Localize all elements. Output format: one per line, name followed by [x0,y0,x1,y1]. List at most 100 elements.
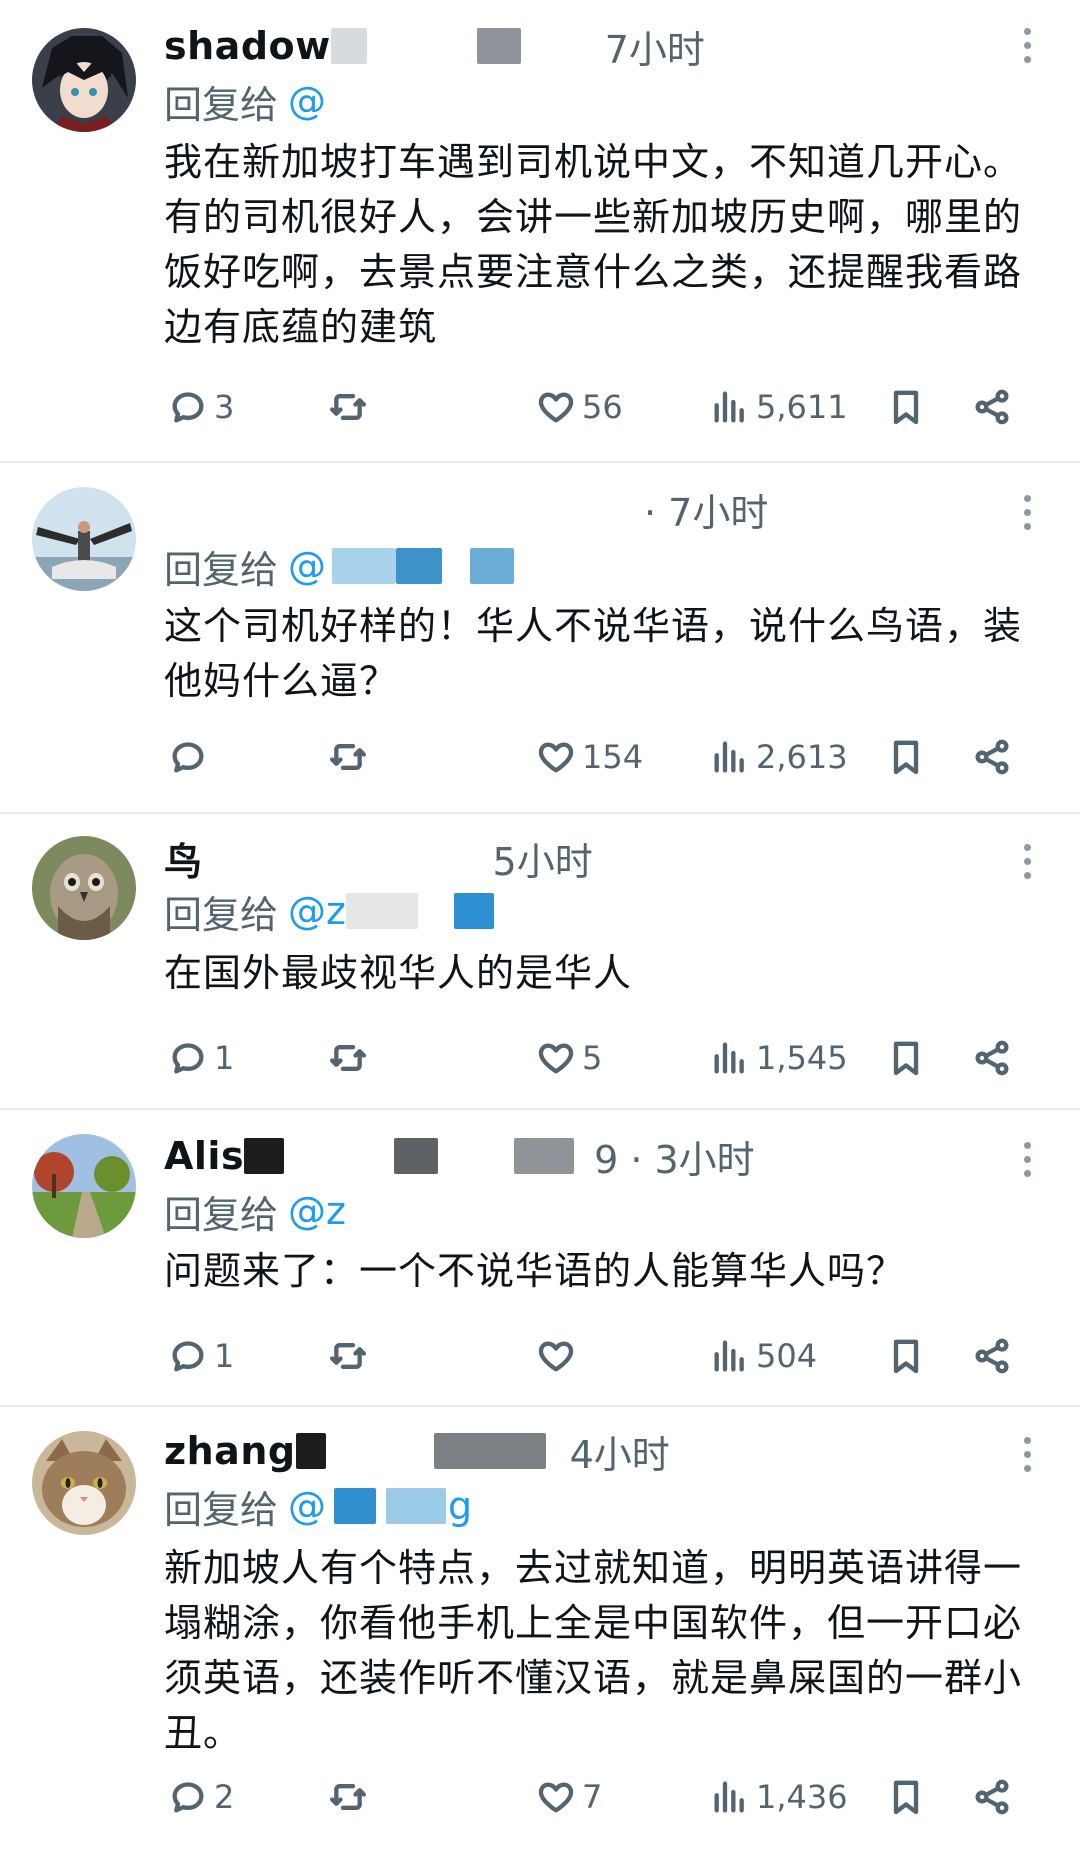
like-button[interactable] [536,1328,582,1384]
tweet-text: 在国外最歧视华人的是华人 [164,951,633,995]
reply-button[interactable]: 1 [168,1030,234,1086]
redacted-handle [470,548,515,584]
views-icon [714,1781,744,1813]
tweet-3[interactable]: 鸟 5小时 回复给 @z 在国外最歧视华人的是华人 1 5 1,545 [0,814,1080,1110]
like-button[interactable]: 5 [536,1030,602,1086]
view-count: 1,436 [756,1778,848,1816]
views-button[interactable]: 1,436 [710,1769,848,1825]
like-count: 56 [582,388,623,426]
reply-icon [172,1043,204,1074]
retweet-icon [330,394,366,420]
action-bar: 2 7 1,436 [164,1769,1034,1825]
reply-handle-tail[interactable]: g [448,1484,472,1528]
tweet-2[interactable]: · 7小时 回复给 @ 这个司机好样的！华人不说华语，说什么鸟语，装他妈什么逼？… [0,463,1080,813]
reply-handle[interactable]: @ [288,1484,326,1528]
timestamp[interactable]: 4小时 [570,1424,670,1479]
reply-count: 3 [214,388,235,426]
more-icon[interactable] [1024,1142,1034,1177]
reply-button[interactable] [168,729,214,785]
reply-button[interactable]: 1 [168,1328,234,1384]
timestamp[interactable]: · 7小时 [644,482,768,537]
redacted-handle [334,1488,377,1524]
redacted-handle [386,1488,447,1524]
redacted-handle [295,1433,326,1469]
reply-handle[interactable]: @z [288,889,346,933]
bookmark-icon [893,1780,919,1815]
views-button[interactable]: 504 [710,1328,817,1384]
redacted-handle [476,28,521,64]
views-icon [714,741,744,773]
avatar[interactable] [32,836,136,940]
bookmark-button[interactable] [886,1030,926,1086]
timestamp[interactable]: 7小时 [605,19,705,74]
bookmark-button[interactable] [886,1328,926,1384]
share-button[interactable] [972,379,1012,435]
share-button[interactable] [972,1030,1012,1086]
reply-prefix: 回复给 [164,892,279,937]
bookmark-button[interactable] [886,379,926,435]
avatar[interactable] [32,28,136,132]
like-button[interactable]: 56 [536,379,623,435]
reply-button[interactable]: 3 [168,379,234,435]
retweet-button[interactable] [328,1030,374,1086]
share-button[interactable] [972,1769,1012,1825]
more-icon[interactable] [1024,28,1034,63]
timestamp[interactable]: 5小时 [493,831,593,886]
like-button[interactable]: 154 [536,729,643,785]
reply-button[interactable]: 2 [168,1769,234,1825]
retweet-icon [330,1343,366,1369]
view-count: 5,611 [756,388,848,426]
author-name[interactable]: Alis [164,1134,244,1178]
like-button[interactable]: 7 [536,1769,602,1825]
tweet-4[interactable]: Alis 9 · 3小时 回复给 @z 问题来了：一个不说华语的人能算华人吗？ … [0,1110,1080,1406]
retweet-button[interactable] [328,1769,374,1825]
view-count: 504 [756,1337,818,1375]
author-name[interactable]: 鸟 [164,831,203,886]
heart-icon [538,742,574,773]
heart-icon [538,1782,574,1813]
bookmark-icon [893,1041,919,1076]
view-count: 1,545 [756,1039,848,1077]
share-icon [975,1779,1009,1815]
timestamp[interactable]: 9 · 3小时 [594,1129,755,1184]
share-button[interactable] [972,729,1012,785]
tweet-1[interactable]: shadow 7小时 回复给 @ 我在新加坡打车遇到司机说中文，不知道几开心。有… [0,0,1080,465]
retweet-button[interactable] [328,729,374,785]
views-icon [714,1042,744,1074]
action-bar: 3 56 5,611 [164,379,1034,435]
redacted-handle [514,1138,575,1174]
avatar[interactable] [32,487,136,591]
redacted-handle [244,1138,285,1174]
redacted-handle [433,1433,546,1469]
reply-handle[interactable]: @ [288,79,326,123]
view-count: 2,613 [756,738,848,776]
views-button[interactable]: 2,613 [710,729,848,785]
redacted-handle [394,1138,439,1174]
reply-icon [172,1341,204,1372]
action-bar: 154 2,613 [164,729,1034,785]
reply-count: 1 [214,1039,235,1077]
tweet-5[interactable]: zhang 4小时 回复给 @ g 新加坡人有个特点，去过就知道，明明英语讲得一… [0,1407,1080,1855]
views-button[interactable]: 1,545 [710,1030,848,1086]
heart-icon [538,1043,574,1074]
retweet-button[interactable] [328,1328,374,1384]
more-icon[interactable] [1024,1437,1034,1472]
author-name[interactable]: zhang [164,1429,296,1473]
reply-handle[interactable]: @ [288,544,326,588]
views-icon [714,391,744,423]
reply-count: 2 [214,1778,235,1816]
avatar-image [32,1431,136,1535]
more-icon[interactable] [1024,495,1034,530]
bookmark-button[interactable] [886,729,926,785]
bookmark-button[interactable] [886,1769,926,1825]
reply-handle[interactable]: @z [288,1189,346,1233]
more-icon[interactable] [1024,844,1034,879]
views-button[interactable]: 5,611 [710,379,848,435]
avatar[interactable] [32,1134,136,1238]
avatar-image [32,836,136,940]
author-name[interactable]: shadow [164,24,331,68]
avatar[interactable] [32,1431,136,1535]
retweet-button[interactable] [328,379,374,435]
redacted-handle [453,893,494,929]
share-button[interactable] [972,1328,1012,1384]
